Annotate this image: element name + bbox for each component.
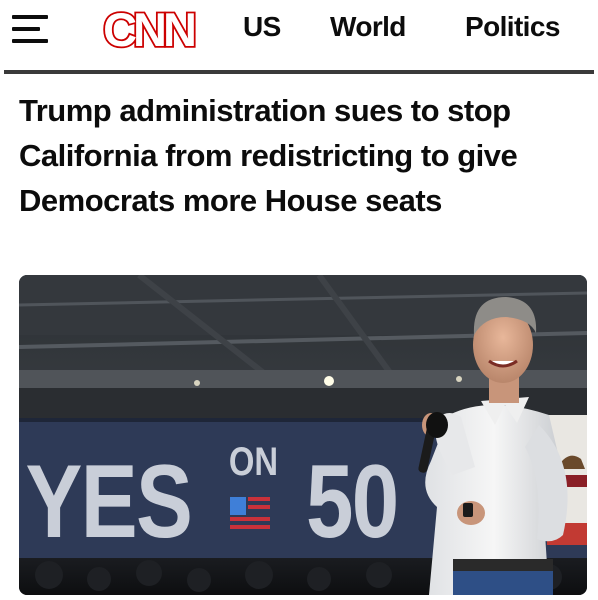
nav-politics[interactable]: Politics: [465, 12, 560, 42]
hero-photo: YES ON 50: [19, 275, 587, 595]
menu-line: [12, 39, 48, 43]
nav-world[interactable]: World: [330, 12, 406, 42]
site-header: CNN US World Politics: [0, 0, 598, 70]
svg-text:50: 50: [306, 444, 398, 560]
hamburger-menu-icon[interactable]: [12, 14, 48, 44]
menu-line: [12, 15, 48, 19]
cnn-logo-icon: CNN: [101, 5, 198, 55]
cnn-logo[interactable]: CNN: [98, 4, 198, 56]
svg-text:YES: YES: [26, 444, 192, 560]
nav-us[interactable]: US: [243, 12, 281, 42]
svg-text:ON: ON: [229, 439, 278, 484]
page: CNN US World Politics Trump administrati…: [0, 0, 598, 600]
hero-image[interactable]: YES ON 50: [19, 275, 587, 595]
svg-text:CNN: CNN: [103, 5, 194, 55]
article-headline[interactable]: Trump administration sues to stop Califo…: [19, 88, 584, 223]
menu-line: [12, 27, 40, 31]
header-divider: [4, 70, 594, 74]
